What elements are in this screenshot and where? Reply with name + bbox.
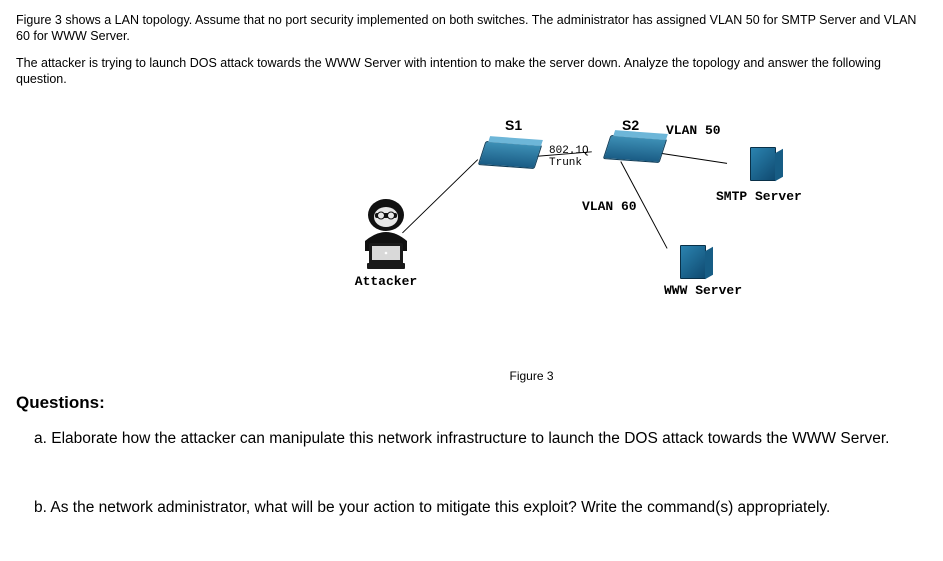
trunk-label-2: Trunk bbox=[549, 157, 582, 169]
figure-topology: Attacker S1 S2 802.1Q Trunk VLAN 50 VLAN… bbox=[16, 97, 927, 367]
trunk-label-1: 802.1Q bbox=[549, 145, 589, 157]
www-server-icon bbox=[680, 245, 706, 279]
attacker-node: Attacker bbox=[346, 197, 426, 289]
vlan-60-label: VLAN 60 bbox=[582, 199, 637, 214]
topology-lines bbox=[16, 97, 927, 367]
intro-line-2: The attacker is trying to launch DOS att… bbox=[16, 55, 927, 88]
switch-s1-label: S1 bbox=[505, 117, 522, 133]
intro-line-1: Figure 3 shows a LAN topology. Assume th… bbox=[16, 12, 927, 45]
smtp-server-label: SMTP Server bbox=[716, 189, 802, 204]
switch-s2-label: S2 bbox=[622, 117, 639, 133]
attacker-icon bbox=[351, 197, 421, 269]
vlan-50-label: VLAN 50 bbox=[666, 123, 721, 138]
attacker-label: Attacker bbox=[346, 274, 426, 289]
figure-caption: Figure 3 bbox=[136, 369, 927, 383]
switch-s2-icon bbox=[603, 135, 667, 163]
question-b: b. As the network administrator, what wi… bbox=[34, 498, 927, 519]
trunk-label: 802.1Q Trunk bbox=[549, 145, 589, 169]
smtp-server-icon bbox=[750, 147, 776, 181]
questions-heading: Questions: bbox=[16, 393, 927, 413]
switch-s1-icon bbox=[478, 141, 542, 169]
question-a: a. Elaborate how the attacker can manipu… bbox=[34, 429, 927, 450]
www-server-label: WWW Server bbox=[664, 283, 742, 298]
